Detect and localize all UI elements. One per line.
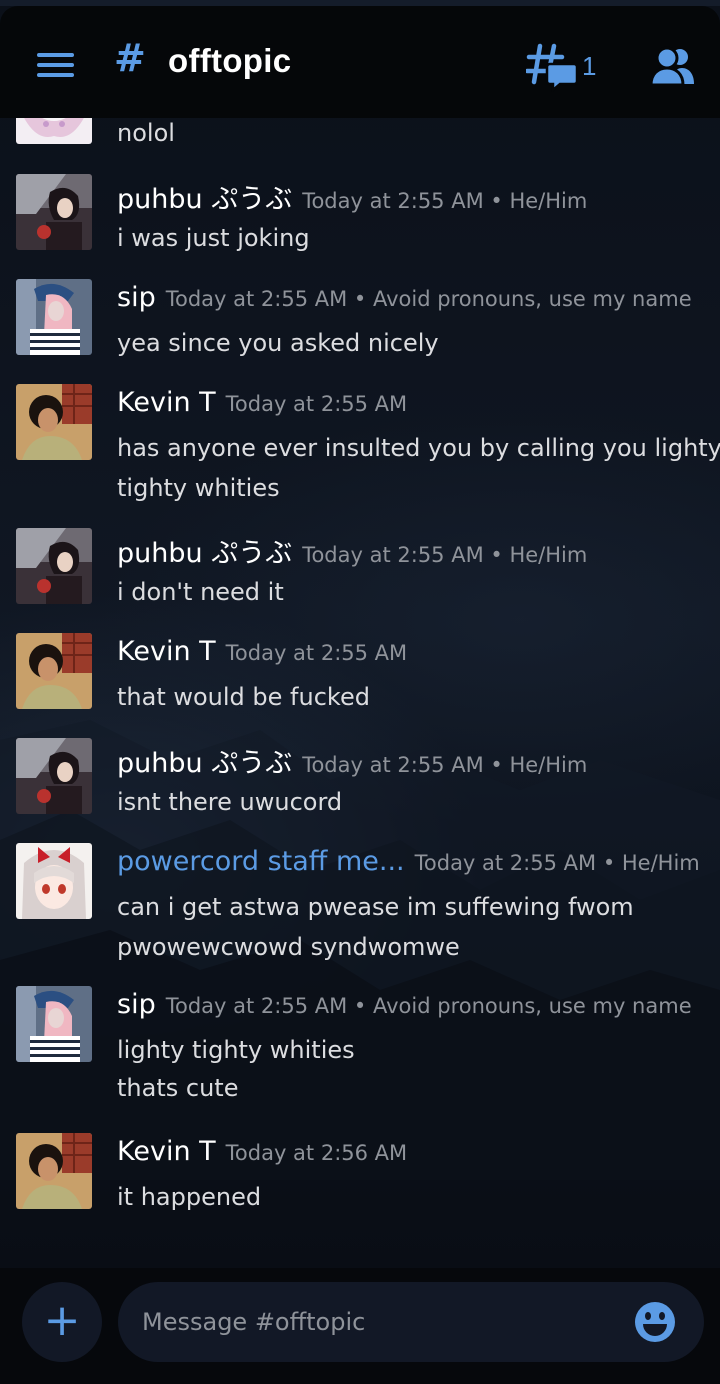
pronouns: Avoid pronouns, use my name (372, 287, 692, 311)
pronouns: He/Him (509, 753, 588, 777)
timestamp: Today at 2:55 AM (165, 287, 348, 311)
message-text: it happened (117, 1183, 262, 1211)
timestamp: Today at 2:55 AM (302, 753, 484, 777)
message-text: thats cute (117, 1074, 239, 1102)
chat-screen: # offtopic 1 nolol puhbu ぷうぶ Today at 2:… (0, 0, 720, 1384)
user-avatar[interactable] (16, 1133, 92, 1209)
pronouns: He/Him (509, 189, 588, 213)
author-name[interactable]: puhbu ぷうぶ (117, 531, 292, 570)
user-avatar[interactable] (16, 633, 92, 709)
author-name[interactable]: Kevin T (117, 387, 216, 418)
timestamp: Today at 2:56 AM (225, 1141, 408, 1165)
pronouns: He/Him (509, 543, 588, 567)
user-avatar[interactable] (16, 174, 92, 250)
timestamp: Today at 2:55 AM (225, 641, 408, 665)
author-name[interactable]: Kevin T (117, 636, 216, 667)
timestamp: Today at 2:55 AM (414, 851, 597, 875)
message-header: puhbu ぷうぶ Today at 2:55 AM • He/Him (117, 531, 587, 571)
message-meta: Today at 2:55 AM • Avoid pronouns, use m… (165, 287, 692, 311)
channel-hash-icon: # (114, 36, 146, 80)
message-meta: Today at 2:55 AM • Avoid pronouns, use m… (165, 994, 692, 1018)
pronouns: He/Him (621, 851, 700, 875)
message-text: lighty tighty whities (117, 1036, 355, 1064)
message-text: i don't need it (117, 578, 284, 606)
message-text: nolol (117, 119, 175, 147)
message-meta: Today at 2:55 AM (226, 641, 408, 665)
channel-title[interactable]: offtopic (168, 42, 291, 80)
message-header: puhbu ぷうぶ Today at 2:55 AM • He/Him (117, 741, 587, 781)
author-name[interactable]: sip (117, 282, 156, 313)
threads-button[interactable]: 1 (524, 42, 597, 93)
message-header: Kevin T Today at 2:55 AM (117, 387, 407, 427)
add-attachment-button[interactable]: + (22, 1282, 102, 1362)
message-meta: Today at 2:55 AM • He/Him (302, 753, 588, 777)
message-header: sip Today at 2:55 AM • Avoid pronouns, us… (117, 282, 692, 322)
timestamp: Today at 2:55 AM (302, 543, 484, 567)
members-icon (649, 46, 694, 87)
members-button[interactable] (649, 46, 694, 87)
message-text: tighty whities (117, 474, 280, 502)
message-list[interactable]: nolol puhbu ぷうぶ Today at 2:55 AM • He/Him… (0, 118, 720, 1268)
timestamp: Today at 2:55 AM (302, 189, 484, 213)
message-text: yea since you asked nicely (117, 329, 439, 357)
message-meta: Today at 2:55 AM • He/Him (302, 543, 588, 567)
author-name[interactable]: puhbu ぷうぶ (117, 741, 292, 780)
message-composer: + (0, 1268, 720, 1384)
author-name[interactable]: sip (117, 989, 156, 1020)
author-name[interactable]: powercord staff me... (117, 846, 405, 877)
plus-icon: + (43, 1295, 81, 1346)
message-meta: Today at 2:55 AM • He/Him (302, 189, 588, 213)
message-text: can i get astwa pwease im suffewing fwom (117, 893, 634, 921)
message-text: has anyone ever insulted you by calling … (117, 434, 720, 462)
threads-count: 1 (582, 51, 597, 81)
pronouns: Avoid pronouns, use my name (372, 994, 692, 1018)
timestamp: Today at 2:55 AM (165, 994, 348, 1018)
message-header: Kevin T Today at 2:56 AM (117, 1136, 407, 1176)
user-avatar[interactable] (16, 118, 92, 144)
message-meta: Today at 2:55 AM (226, 392, 408, 416)
message-text: i was just joking (117, 224, 310, 252)
emoji-smile-icon (635, 1302, 675, 1342)
message-header: sip Today at 2:55 AM • Avoid pronouns, us… (117, 989, 692, 1029)
message-text: isnt there uwucord (117, 788, 343, 816)
user-avatar[interactable] (16, 384, 92, 460)
user-avatar[interactable] (16, 986, 92, 1062)
channel-header: # offtopic 1 (0, 6, 720, 118)
author-name[interactable]: Kevin T (117, 1136, 216, 1167)
user-avatar[interactable] (16, 279, 92, 355)
hamburger-menu-icon[interactable] (36, 50, 76, 80)
message-header: powercord staff me... Today at 2:55 AM • … (117, 846, 700, 886)
user-avatar[interactable] (16, 528, 92, 604)
message-meta: Today at 2:56 AM (226, 1141, 408, 1165)
message-header: puhbu ぷうぶ Today at 2:55 AM • He/Him (117, 177, 587, 217)
message-text: pwowewcwowd syndwomwe (117, 933, 460, 961)
user-avatar[interactable] (16, 738, 92, 814)
message-meta: Today at 2:55 AM • He/Him (414, 851, 700, 875)
author-name[interactable]: puhbu ぷうぶ (117, 177, 292, 216)
emoji-button[interactable] (634, 1301, 676, 1343)
timestamp: Today at 2:55 AM (225, 392, 408, 416)
message-text: that would be fucked (117, 683, 370, 711)
threads-icon (524, 43, 579, 93)
message-input[interactable] (118, 1282, 704, 1362)
user-avatar[interactable] (16, 843, 92, 919)
message-header: Kevin T Today at 2:55 AM (117, 636, 407, 676)
